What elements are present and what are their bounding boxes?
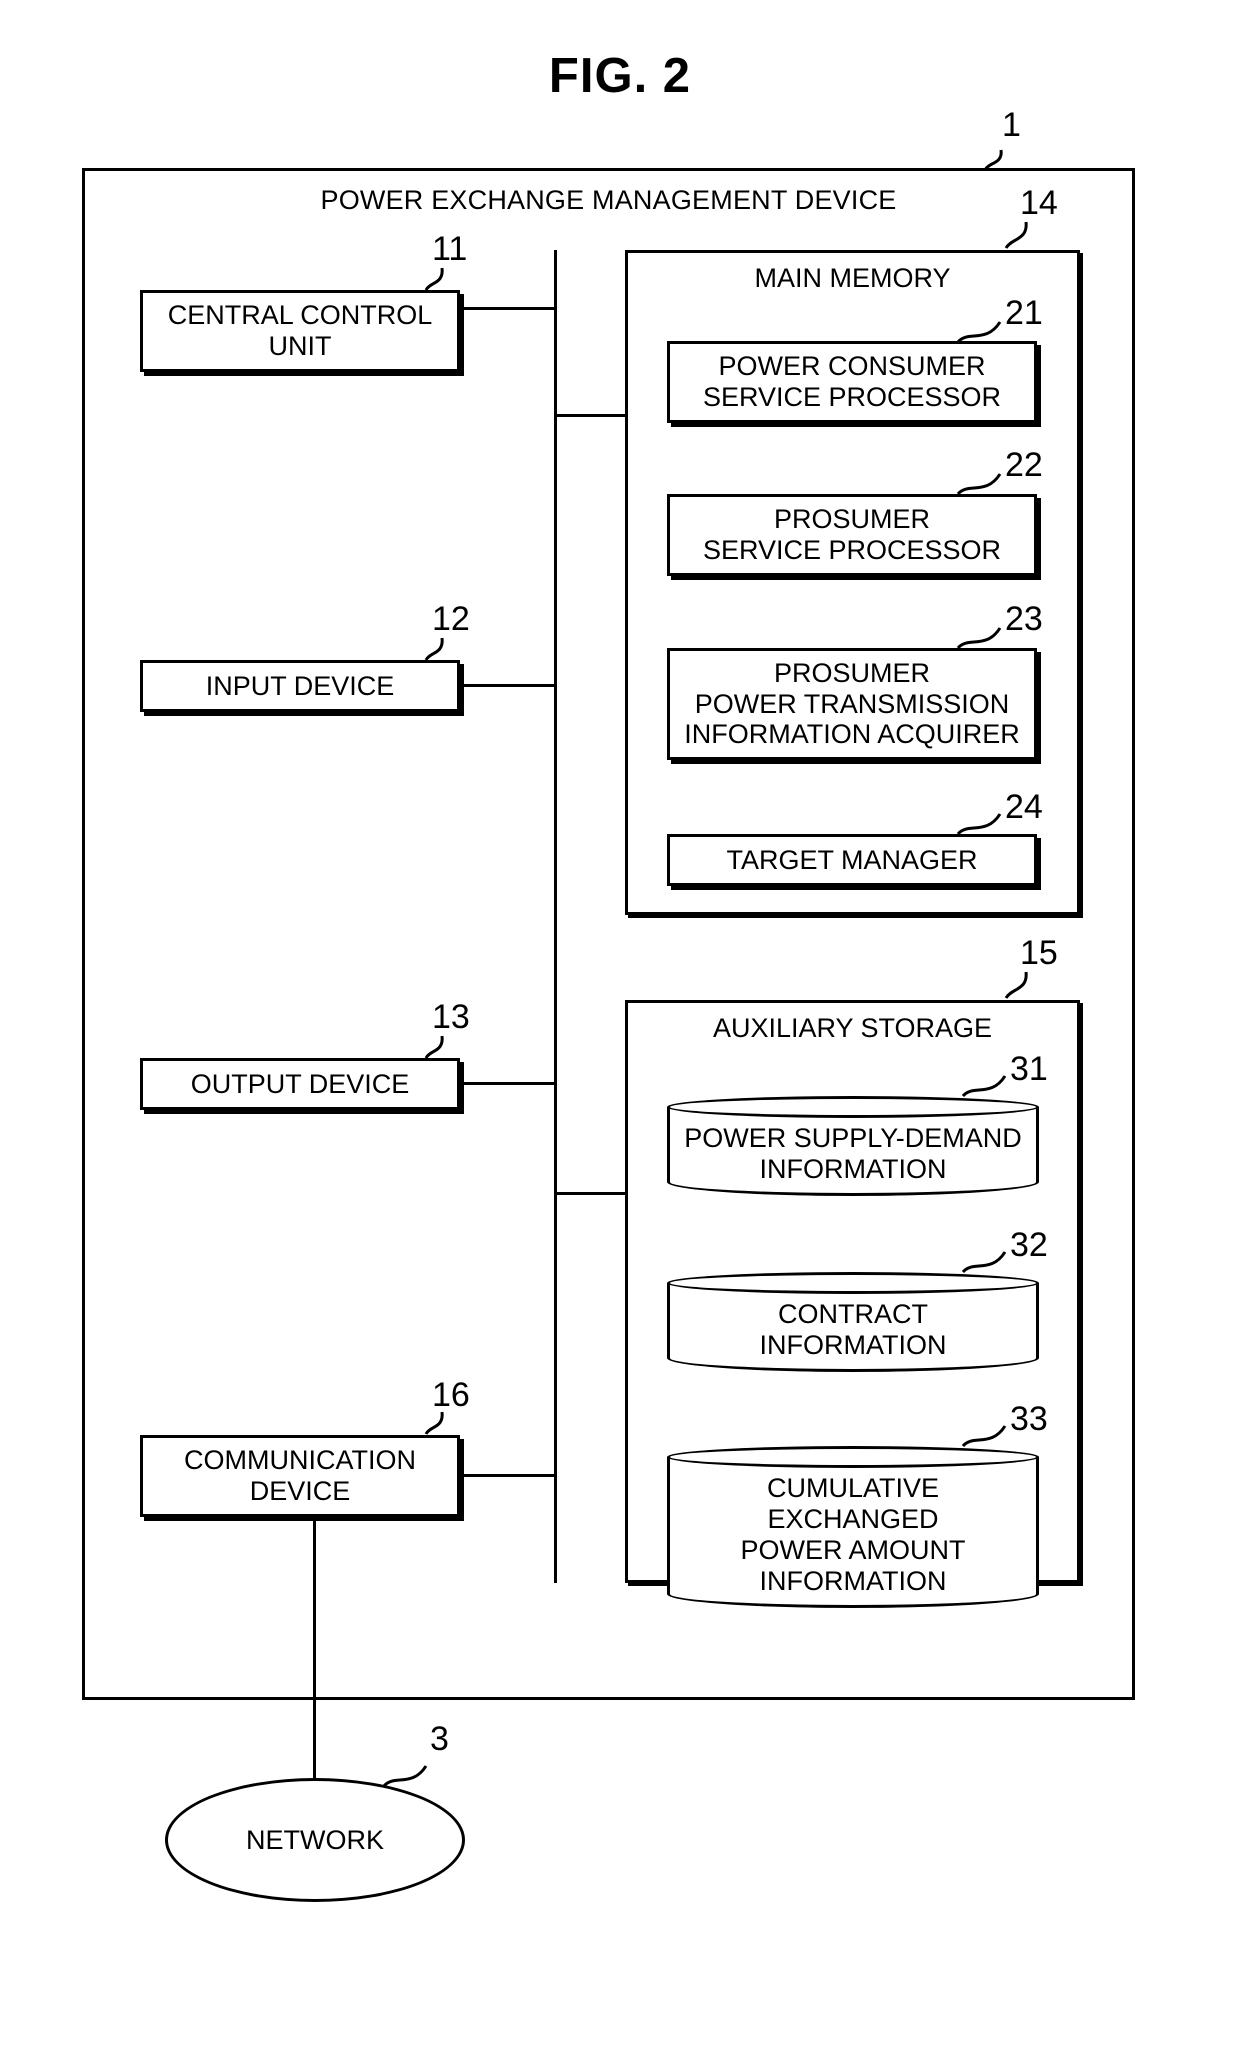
connector-communication-device xyxy=(460,1474,555,1477)
internal-bus-line xyxy=(554,250,557,1583)
contract-information-store: CONTRACT INFORMATION xyxy=(667,1272,1039,1372)
ref-numeral-15: 15 xyxy=(1020,934,1058,972)
power-supply-demand-information-label: POWER SUPPLY-DEMAND INFORMATION xyxy=(684,1123,1022,1184)
connector-main-memory xyxy=(554,414,628,417)
network-node: NETWORK xyxy=(165,1778,465,1902)
central-control-unit-box: CENTRAL CONTROL UNIT xyxy=(140,290,460,372)
ref-numeral-32: 32 xyxy=(1010,1226,1048,1264)
communication-device-label: COMMUNICATION DEVICE xyxy=(184,1445,416,1506)
prosumer-power-transmission-information-acquirer-label: PROSUMER POWER TRANSMISSION INFORMATION … xyxy=(684,657,1020,750)
connector-output-device xyxy=(460,1082,555,1085)
ref-numeral-3: 3 xyxy=(430,1720,449,1758)
power-consumer-service-processor-box: POWER CONSUMER SERVICE PROCESSOR xyxy=(667,341,1037,423)
communication-device-box: COMMUNICATION DEVICE xyxy=(140,1435,460,1517)
central-control-unit-label: CENTRAL CONTROL UNIT xyxy=(167,300,433,361)
network-connector-line xyxy=(313,1517,316,1810)
contract-information-label: CONTRACT INFORMATION xyxy=(759,1299,947,1360)
connector-auxiliary-storage xyxy=(554,1192,628,1195)
connector-central-control-unit xyxy=(460,307,555,310)
ref-numeral-24: 24 xyxy=(1005,788,1043,826)
main-memory-title: MAIN MEMORY xyxy=(754,263,951,293)
target-manager-label: TARGET MANAGER xyxy=(726,844,978,875)
connector-input-device xyxy=(460,684,555,687)
ref-numeral-12: 12 xyxy=(432,600,470,638)
power-supply-demand-information-store: POWER SUPPLY-DEMAND INFORMATION xyxy=(667,1096,1039,1196)
cylinder-top-ellipse xyxy=(667,1096,1039,1118)
input-device-label: INPUT DEVICE xyxy=(205,670,395,701)
ref-numeral-1: 1 xyxy=(1002,106,1021,144)
auxiliary-storage-title: AUXILIARY STORAGE xyxy=(712,1013,993,1043)
power-consumer-service-processor-label: POWER CONSUMER SERVICE PROCESSOR xyxy=(702,351,1002,412)
ref-numeral-31: 31 xyxy=(1010,1050,1048,1088)
cumulative-exchanged-power-amount-information-store: CUMULATIVE EXCHANGED POWER AMOUNT INFORM… xyxy=(667,1446,1039,1608)
ref-numeral-33: 33 xyxy=(1010,1400,1048,1438)
cumulative-exchanged-power-amount-information-label: CUMULATIVE EXCHANGED POWER AMOUNT INFORM… xyxy=(740,1473,966,1596)
ref-numeral-23: 23 xyxy=(1005,600,1043,638)
ref-numeral-22: 22 xyxy=(1005,446,1043,484)
ref-numeral-11: 11 xyxy=(432,230,468,268)
target-manager-box: TARGET MANAGER xyxy=(667,834,1037,886)
figure-canvas: FIG. 2 POWER EXCHANGE MANAGEMENT DEVICE … xyxy=(0,0,1240,2056)
prosumer-power-transmission-information-acquirer-box: PROSUMER POWER TRANSMISSION INFORMATION … xyxy=(667,648,1037,760)
output-device-box: OUTPUT DEVICE xyxy=(140,1058,460,1110)
frame-title: POWER EXCHANGE MANAGEMENT DEVICE xyxy=(320,185,897,215)
ref-numeral-13: 13 xyxy=(432,998,470,1036)
cylinder-top-ellipse xyxy=(667,1446,1039,1468)
output-device-label: OUTPUT DEVICE xyxy=(190,1068,410,1099)
cylinder-top-ellipse xyxy=(667,1272,1039,1294)
ref-numeral-14: 14 xyxy=(1020,184,1058,222)
ref-numeral-21: 21 xyxy=(1005,294,1043,332)
prosumer-service-processor-box: PROSUMER SERVICE PROCESSOR xyxy=(667,494,1037,576)
input-device-box: INPUT DEVICE xyxy=(140,660,460,712)
ref-numeral-16: 16 xyxy=(432,1376,470,1414)
prosumer-service-processor-label: PROSUMER SERVICE PROCESSOR xyxy=(702,504,1002,565)
network-label: NETWORK xyxy=(246,1824,384,1855)
figure-title: FIG. 2 xyxy=(548,49,692,103)
